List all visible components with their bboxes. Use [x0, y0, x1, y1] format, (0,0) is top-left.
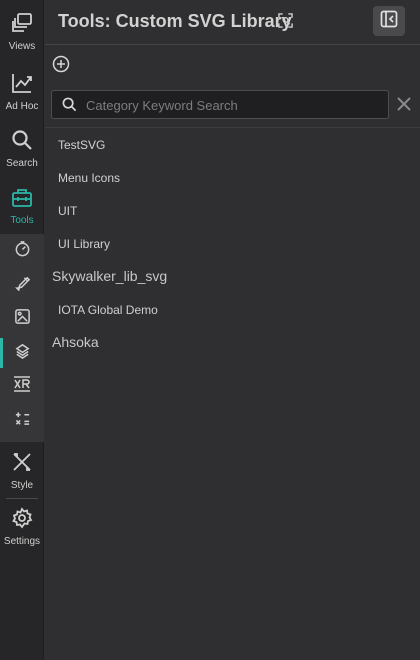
list-item[interactable]: UIT: [45, 196, 420, 226]
plus-circle-icon: [52, 55, 70, 77]
image-library-icon: [14, 308, 31, 330]
search-input[interactable]: [86, 95, 381, 115]
clear-search-button[interactable]: [396, 96, 412, 112]
svg-library-panel: Tools: Custom SVG Library TestSVG Menu I…: [45, 0, 420, 660]
rail-item-style[interactable]: Style: [0, 451, 44, 491]
timer-icon: [14, 240, 31, 262]
chart-line-icon: [11, 72, 33, 99]
rail-item-label: Tools: [10, 215, 34, 226]
subtool-paint[interactable]: [0, 268, 44, 302]
search-icon: [62, 97, 77, 117]
search-icon: [11, 129, 33, 156]
gear-icon: [11, 507, 33, 534]
search-field: [51, 90, 389, 119]
page-title: Tools: Custom SVG Library: [58, 11, 292, 31]
rail-item-label: Style: [10, 480, 34, 491]
header-divider: [45, 44, 420, 45]
svg-library-icon: [14, 342, 31, 364]
views-icon: [11, 12, 33, 39]
toolbox-icon: [11, 186, 33, 213]
list-item[interactable]: IOTA Global Demo: [45, 295, 420, 325]
list-item[interactable]: UI Library: [45, 229, 420, 259]
xr-icon: [12, 376, 32, 398]
panel-collapse-icon: [380, 10, 398, 33]
add-library-button[interactable]: [52, 55, 70, 73]
rail-item-search[interactable]: Search: [0, 129, 44, 169]
rail-item-label: Views: [8, 41, 36, 52]
list-item[interactable]: Menu Icons: [45, 163, 420, 193]
list-item[interactable]: TestSVG: [45, 130, 420, 160]
rail-item-adhoc[interactable]: Ad Hoc: [0, 72, 44, 112]
close-icon: [396, 97, 412, 116]
focus-icon[interactable]: [278, 13, 293, 33]
rail-item-label: Search: [6, 158, 38, 169]
left-rail: Views Ad Hoc Search Tools Style Settings: [0, 0, 44, 660]
rail-item-label: Ad Hoc: [5, 101, 39, 112]
style-icon: [11, 451, 33, 478]
subtool-calculator[interactable]: [0, 404, 44, 438]
list-item[interactable]: Skywalker_lib_svg: [45, 261, 420, 291]
list-item[interactable]: Ahsoka: [45, 327, 420, 357]
rail-item-label: Settings: [3, 536, 41, 547]
rail-divider: [6, 498, 38, 499]
tools-subnav: [0, 234, 44, 442]
rail-item-tools[interactable]: Tools: [0, 186, 44, 226]
subtool-timer[interactable]: [0, 234, 44, 268]
rail-item-settings[interactable]: Settings: [0, 507, 44, 547]
paint-icon: [14, 274, 31, 296]
search-divider: [45, 127, 420, 128]
subtool-svg-library[interactable]: [0, 336, 44, 370]
panel-header: Tools: Custom SVG Library: [45, 0, 420, 44]
subtool-xr[interactable]: [0, 370, 44, 404]
rail-item-views[interactable]: Views: [0, 12, 44, 52]
collapse-panel-button[interactable]: [373, 6, 405, 36]
calculator-icon: [14, 410, 31, 432]
subtool-image-library[interactable]: [0, 302, 44, 336]
